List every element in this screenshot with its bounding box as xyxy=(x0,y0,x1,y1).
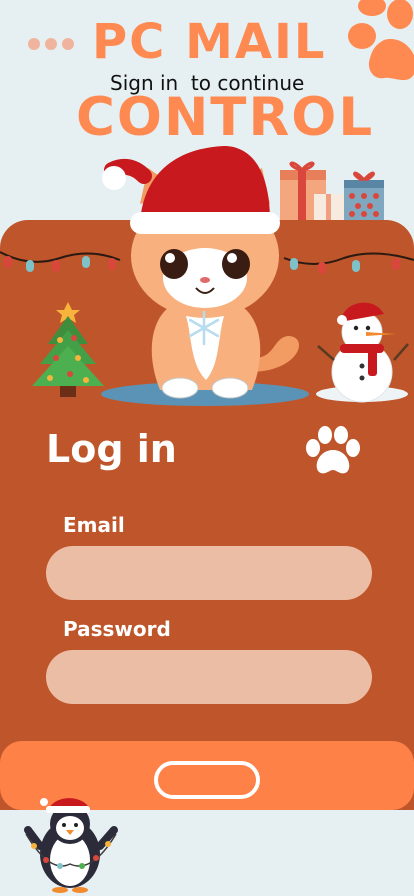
login-submit-button[interactable] xyxy=(154,761,260,799)
app-title-line1: PC MAIL xyxy=(92,14,327,70)
christmas-tree-illustration xyxy=(32,302,104,397)
kitten-santa-hat-illustration xyxy=(101,146,309,406)
paw-print-icon xyxy=(306,426,360,474)
snowman-illustration xyxy=(316,302,409,403)
app-title-line2: CONTROL xyxy=(76,87,375,148)
paw-print-icon xyxy=(348,0,414,81)
email-label: Email xyxy=(63,513,125,537)
login-heading: Log in xyxy=(46,427,177,471)
penguin-illustration xyxy=(24,798,118,893)
password-field[interactable] xyxy=(46,650,372,704)
password-label: Password xyxy=(63,617,171,641)
email-field[interactable] xyxy=(46,546,372,600)
